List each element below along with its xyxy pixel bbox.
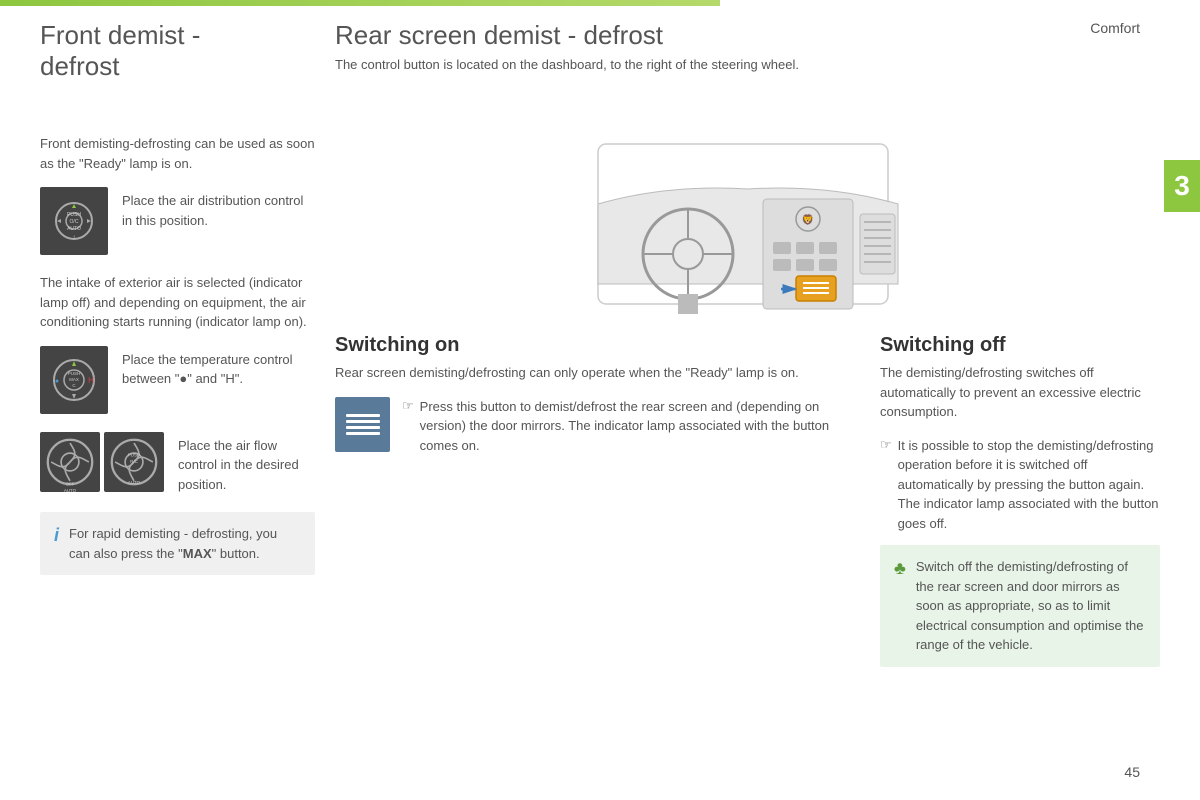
bullet-phone-icon-2: ☞ bbox=[880, 437, 892, 453]
airflow-icons: OFF AUTO PUSH R/C AUTO bbox=[40, 432, 164, 492]
switching-on-bullet-text: Press this button to demist/defrost the … bbox=[420, 397, 860, 456]
instruction-row-2: PUSH MAX C ● H Place the temperature con… bbox=[40, 346, 315, 414]
defroster-line-2 bbox=[346, 420, 380, 423]
temperature-control-icon: PUSH MAX C ● H bbox=[40, 346, 108, 414]
defroster-lines bbox=[346, 414, 380, 435]
info-icon: i bbox=[54, 525, 59, 546]
instruction-2-text: Place the temperature control between "●… bbox=[122, 350, 315, 389]
switching-on-title: Switching on bbox=[335, 334, 860, 357]
tip-icon: ♣ bbox=[894, 558, 906, 579]
right-column: Rear screen demist - defrost The control… bbox=[335, 20, 1160, 760]
rear-defroster-button-icon bbox=[335, 397, 390, 452]
svg-text:O/C: O/C bbox=[70, 219, 79, 225]
body-text-1: The intake of exterior air is selected (… bbox=[40, 273, 315, 332]
svg-text:OFF: OFF bbox=[66, 481, 75, 486]
switching-off-intro: The demisting/defrosting switches off au… bbox=[880, 363, 1160, 422]
car-diagram: 🦁 bbox=[335, 114, 1160, 334]
svg-text:AUTO: AUTO bbox=[128, 480, 141, 485]
svg-text:PUSH: PUSH bbox=[67, 212, 81, 218]
switching-on-intro: Rear screen demisting/defrosting can onl… bbox=[335, 363, 860, 383]
tip-text: Switch off the demisting/defrosting of t… bbox=[916, 557, 1146, 655]
right-bottom: Switching on Rear screen demisting/defro… bbox=[335, 334, 1160, 667]
chapter-number: 3 bbox=[1174, 170, 1190, 202]
defroster-line-1 bbox=[346, 414, 380, 417]
switch-on-row: ☞ Press this button to demist/defrost th… bbox=[335, 397, 860, 464]
svg-text:R/C: R/C bbox=[130, 459, 138, 464]
defroster-line-3 bbox=[346, 426, 380, 429]
air-distribution-icon: PUSH O/C AUTO ↕ bbox=[40, 187, 108, 255]
right-section-title: Rear screen demist - defrost bbox=[335, 20, 1160, 51]
switching-on-bullet: ☞ Press this button to demist/defrost th… bbox=[402, 397, 860, 456]
svg-text:AUTO: AUTO bbox=[64, 488, 77, 492]
instruction-row-1: PUSH O/C AUTO ↕ Place the air distributi… bbox=[40, 187, 315, 255]
svg-text:↕: ↕ bbox=[73, 235, 76, 241]
airflow-icon-1: OFF AUTO bbox=[40, 432, 100, 492]
instruction-row-3: OFF AUTO PUSH R/C AUTO bbox=[40, 432, 315, 495]
instruction-1-text: Place the air distribution control in th… bbox=[122, 191, 315, 230]
main-layout: Front demist - defrost Front demisting-d… bbox=[40, 20, 1160, 760]
switching-off-bullet: ☞ It is possible to stop the demisting/d… bbox=[880, 436, 1160, 534]
tip-box: ♣ Switch off the demisting/defrosting of… bbox=[880, 545, 1160, 667]
left-intro-text: Front demisting-defrosting can be used a… bbox=[40, 134, 315, 173]
svg-text:PUSH: PUSH bbox=[68, 371, 81, 376]
svg-text:MAX: MAX bbox=[69, 377, 79, 382]
page-number: 45 bbox=[1124, 764, 1140, 780]
svg-text:●: ● bbox=[55, 378, 59, 385]
left-section-title: Front demist - defrost bbox=[40, 20, 315, 82]
svg-text:H: H bbox=[88, 376, 94, 385]
bullet-phone-icon-1: ☞ bbox=[402, 398, 414, 414]
chapter-tab: 3 bbox=[1164, 160, 1200, 212]
switching-off-title: Switching off bbox=[880, 334, 1160, 357]
svg-text:PUSH: PUSH bbox=[128, 452, 140, 457]
info-box: i For rapid demisting - defrosting, you … bbox=[40, 512, 315, 575]
switching-off-section: Switching off The demisting/defrosting s… bbox=[880, 334, 1160, 667]
top-green-bar bbox=[0, 0, 720, 6]
airflow-icon-2: PUSH R/C AUTO bbox=[104, 432, 164, 492]
info-box-text: For rapid demisting - defrosting, you ca… bbox=[69, 524, 301, 563]
svg-text:C: C bbox=[72, 383, 76, 388]
switching-on-section: Switching on Rear screen demisting/defro… bbox=[335, 334, 860, 667]
right-section-subtitle: The control button is located on the das… bbox=[335, 57, 1160, 72]
defroster-line-4 bbox=[346, 432, 380, 435]
switching-off-bullet-text: It is possible to stop the demisting/def… bbox=[898, 436, 1160, 534]
instruction-3-text: Place the air flow control in the desire… bbox=[178, 436, 315, 495]
svg-text:AUTO: AUTO bbox=[67, 226, 81, 232]
left-column: Front demist - defrost Front demisting-d… bbox=[40, 20, 335, 760]
svg-text:🦁: 🦁 bbox=[801, 213, 813, 226]
